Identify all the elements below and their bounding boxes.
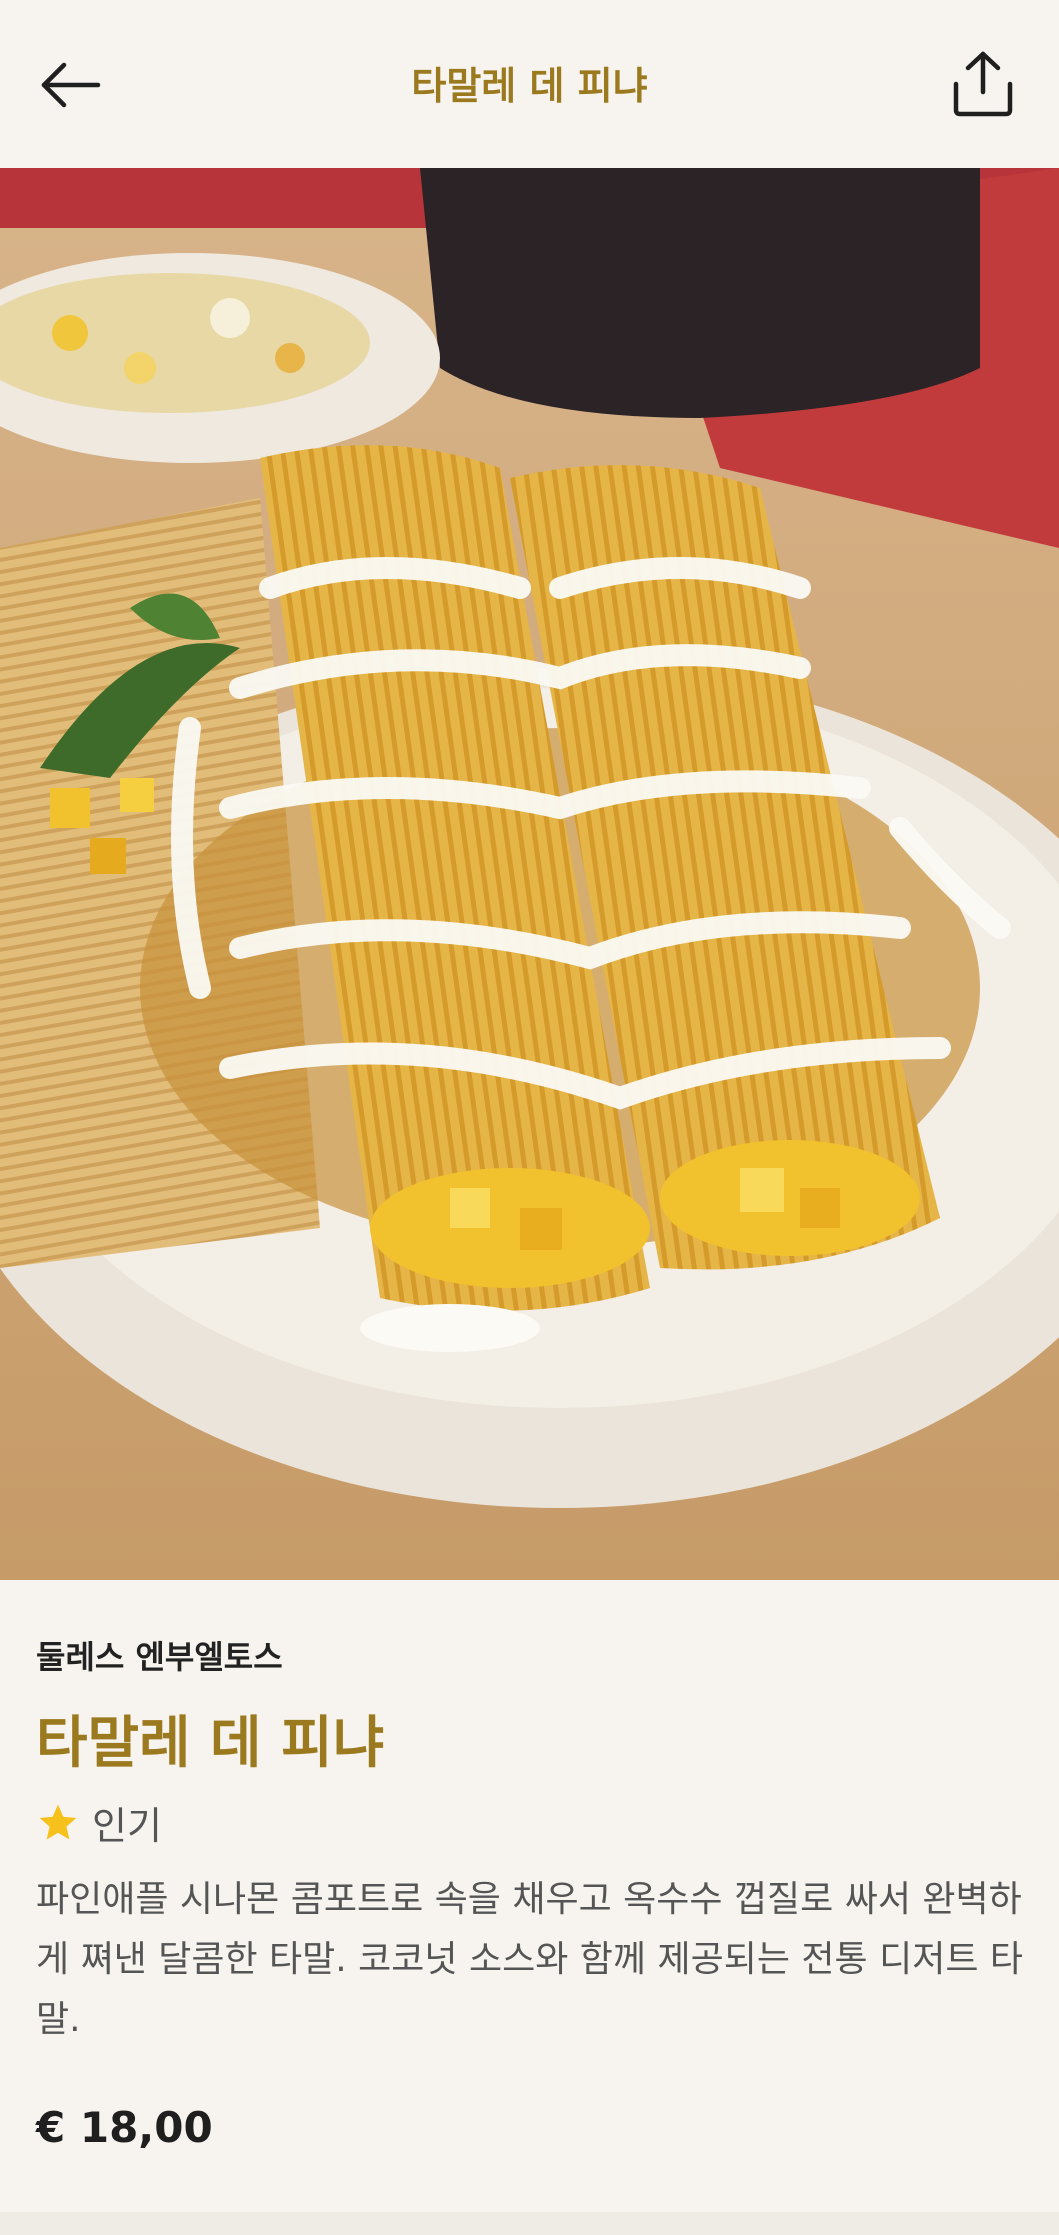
badge-label: 인기 — [92, 1804, 162, 1848]
top-app-bar: 타말레 데 피냐 — [0, 0, 1059, 168]
share-button[interactable] — [948, 48, 1018, 120]
share-upload-icon — [953, 51, 1013, 117]
product-photo — [0, 168, 1059, 1580]
product-description: 파인애플 시나몬 콤포트로 속을 채우고 옥수수 껍질로 싸서 완벽하게 쪄낸 … — [36, 1879, 1023, 2040]
page-title: 타말레 데 피냐 — [411, 64, 648, 108]
bottom-bar-edge — [0, 2212, 1059, 2235]
popular-badge: 인기 — [36, 1795, 162, 1850]
product-category: 둘레스 엔부엘토스 — [36, 1638, 283, 1676]
product-price: € 18,00 — [36, 2103, 213, 2152]
product-name: 타말레 데 피냐 — [36, 1711, 385, 1776]
star-icon — [39, 1804, 77, 1839]
